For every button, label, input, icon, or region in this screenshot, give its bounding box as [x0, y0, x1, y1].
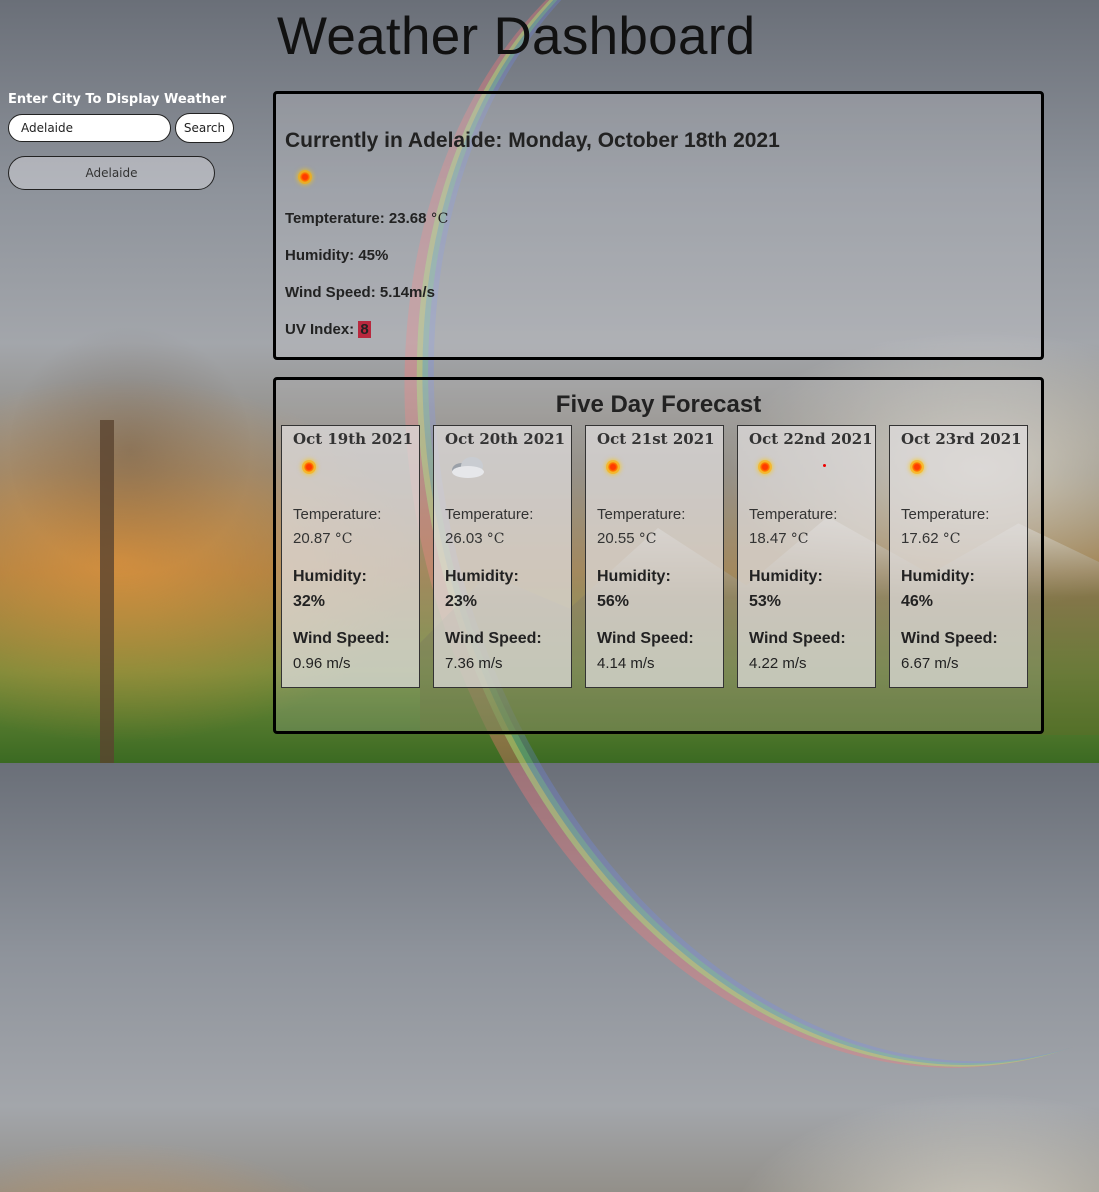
forecast-date: Oct 23rd 2021 — [901, 430, 1022, 448]
forecast-humidity-label: Humidity: — [445, 568, 519, 585]
search-button[interactable]: Search — [175, 113, 234, 143]
cloud-icon — [452, 457, 484, 478]
forecast-humidity-label: Humidity: — [901, 568, 975, 585]
search-label: Enter City To Display Weather — [8, 92, 227, 107]
forecast-card: Oct 20th 2021 Temperature: 26.03 °C Humi… — [433, 425, 572, 688]
forecast-card: Oct 22nd 2021 Temperature: 18.47 °C Humi… — [737, 425, 876, 688]
forecast-wind-label: Wind Speed: — [749, 630, 846, 647]
forecast-wind-speed: 4.22 m/s — [749, 655, 807, 672]
forecast-wind-speed: 7.36 m/s — [445, 655, 503, 672]
forecast-wind-label: Wind Speed: — [445, 630, 542, 647]
current-humidity: Humidity: 45% — [285, 247, 389, 264]
five-day-forecast-panel: Five Day Forecast Oct 19th 2021 Temperat… — [273, 377, 1044, 734]
forecast-temperature-value: 18.47 — [749, 530, 791, 547]
city-search-input[interactable] — [8, 114, 171, 142]
current-temperature-label: Tempterature: 23.68 — [285, 210, 431, 227]
sun-icon — [304, 462, 314, 472]
forecast-temperature: 18.47 °C — [749, 530, 808, 547]
forecast-heading: Five Day Forecast — [555, 391, 762, 418]
forecast-humidity-label: Humidity: — [293, 568, 367, 585]
search-row: Search — [8, 113, 234, 143]
current-temperature-unit: °C — [430, 211, 449, 227]
forecast-card: Oct 21st 2021 Temperature: 20.55 °C Humi… — [585, 425, 724, 688]
forecast-temperature-label: Temperature: — [597, 506, 686, 523]
forecast-humidity: 32% — [293, 593, 326, 610]
dot-decoration — [823, 464, 826, 467]
forecast-wind-speed: 6.67 m/s — [901, 655, 959, 672]
sun-icon — [760, 462, 770, 472]
forecast-wind-speed: 0.96 m/s — [293, 655, 351, 672]
current-weather-panel: Currently in Adelaide: Monday, October 1… — [273, 91, 1044, 360]
forecast-humidity-label: Humidity: — [749, 568, 823, 585]
forecast-humidity: 46% — [901, 593, 934, 610]
sidebar: Enter City To Display Weather Search Ade… — [8, 92, 234, 190]
forecast-temperature-value: 20.55 — [597, 530, 639, 547]
forecast-temperature-label: Temperature: — [901, 506, 990, 523]
forecast-wind-label: Wind Speed: — [293, 630, 390, 647]
forecast-humidity: 23% — [445, 593, 478, 610]
forecast-wind-label: Wind Speed: — [597, 630, 694, 647]
page-title: Weather Dashboard — [277, 7, 756, 66]
forecast-date: Oct 22nd 2021 — [749, 430, 873, 448]
forecast-temperature-label: Temperature: — [293, 506, 382, 523]
uv-index-badge: 8 — [358, 321, 371, 338]
forecast-wind-speed: 4.14 m/s — [597, 655, 655, 672]
sun-icon — [912, 462, 922, 472]
forecast-card: Oct 23rd 2021 Temperature: 17.62 °C Humi… — [889, 425, 1028, 688]
forecast-temperature: 26.03 °C — [445, 530, 504, 547]
forecast-date: Oct 19th 2021 — [293, 430, 414, 448]
forecast-temperature-value: 17.62 — [901, 530, 943, 547]
forecast-humidity-label: Humidity: — [597, 568, 671, 585]
sun-icon — [608, 462, 618, 472]
tree-decoration — [10, 320, 250, 580]
forecast-date: Oct 21st 2021 — [597, 430, 715, 448]
forecast-temperature-unit: °C — [334, 531, 353, 547]
sun-icon — [300, 172, 310, 182]
history-city-button[interactable]: Adelaide — [8, 156, 215, 190]
forecast-temperature-unit: °C — [790, 531, 809, 547]
forecast-temperature: 17.62 °C — [901, 530, 960, 547]
forecast-temperature-unit: °C — [942, 531, 961, 547]
forecast-temperature-unit: °C — [638, 531, 657, 547]
current-wind-speed: Wind Speed: 5.14m/s — [285, 284, 435, 301]
current-weather-heading: Currently in Adelaide: Monday, October 1… — [285, 129, 780, 152]
forecast-humidity: 53% — [749, 593, 782, 610]
forecast-temperature-unit: °C — [486, 531, 505, 547]
forecast-temperature-label: Temperature: — [749, 506, 838, 523]
forecast-temperature-value: 20.87 — [293, 530, 335, 547]
current-temperature: Tempterature: 23.68 °C — [285, 210, 448, 227]
forecast-cards: Oct 19th 2021 Temperature: 20.87 °C Humi… — [281, 425, 1028, 688]
forecast-card: Oct 19th 2021 Temperature: 20.87 °C Humi… — [281, 425, 420, 688]
current-uv-index: UV Index: 8 — [285, 321, 371, 338]
forecast-temperature-label: Temperature: — [445, 506, 534, 523]
forecast-wind-label: Wind Speed: — [901, 630, 998, 647]
forecast-temperature: 20.87 °C — [293, 530, 352, 547]
tree-trunk-decoration — [100, 420, 114, 763]
forecast-temperature-value: 26.03 — [445, 530, 487, 547]
forecast-date: Oct 20th 2021 — [445, 430, 566, 448]
uv-index-label: UV Index: — [285, 321, 359, 338]
forecast-humidity: 56% — [597, 593, 630, 610]
forecast-temperature: 20.55 °C — [597, 530, 656, 547]
